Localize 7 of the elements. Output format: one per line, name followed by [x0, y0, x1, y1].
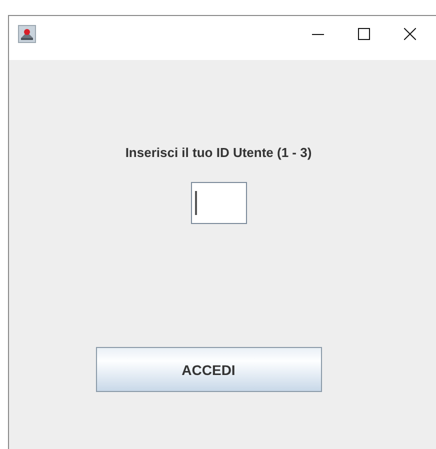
text-cursor	[194, 191, 196, 215]
maximize-icon	[358, 28, 370, 40]
app-icon	[18, 25, 36, 43]
input-field[interactable]	[190, 182, 246, 224]
login-button[interactable]: ACCEDI	[96, 347, 322, 392]
close-icon	[404, 28, 416, 40]
prompt-label: Inserisci il tuo ID Utente (1 - 3)	[125, 145, 312, 160]
